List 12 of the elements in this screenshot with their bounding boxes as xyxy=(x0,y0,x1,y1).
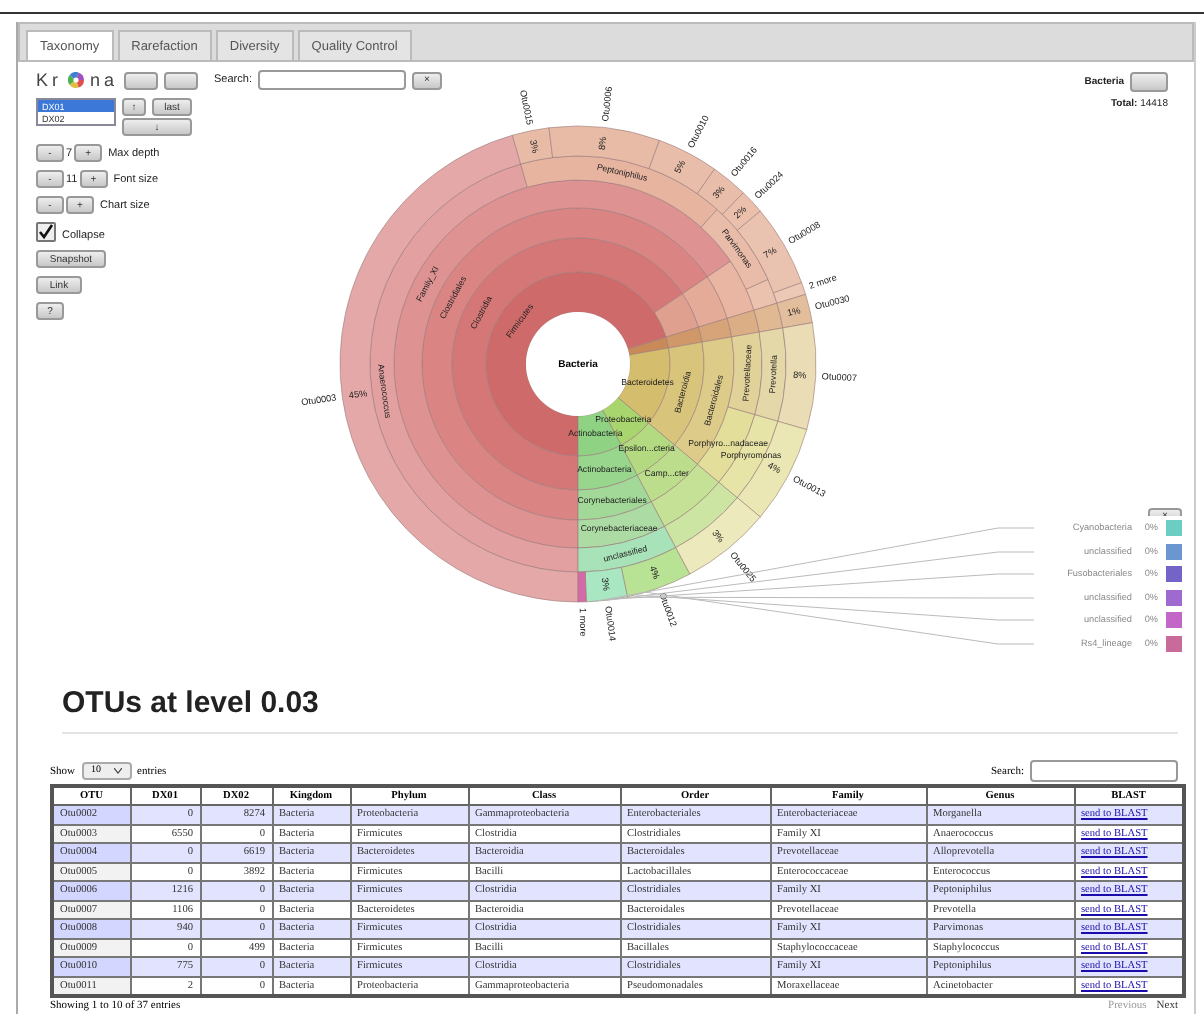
logo-wheel-icon xyxy=(68,72,84,88)
sunburst-segment[interactable] xyxy=(776,294,813,329)
back-button[interactable] xyxy=(124,71,159,89)
forward-button[interactable] xyxy=(164,71,199,89)
focus-button[interactable] xyxy=(1130,72,1168,92)
logo-text: na xyxy=(90,70,119,90)
table-search-field[interactable] xyxy=(1030,760,1178,782)
section-heading: OTUs at level 0.03 xyxy=(62,686,321,722)
search-field[interactable] xyxy=(257,70,406,90)
caret-icon xyxy=(113,768,122,774)
collapse-checkbox[interactable] xyxy=(36,222,56,242)
logo-text: Kr xyxy=(36,70,62,90)
